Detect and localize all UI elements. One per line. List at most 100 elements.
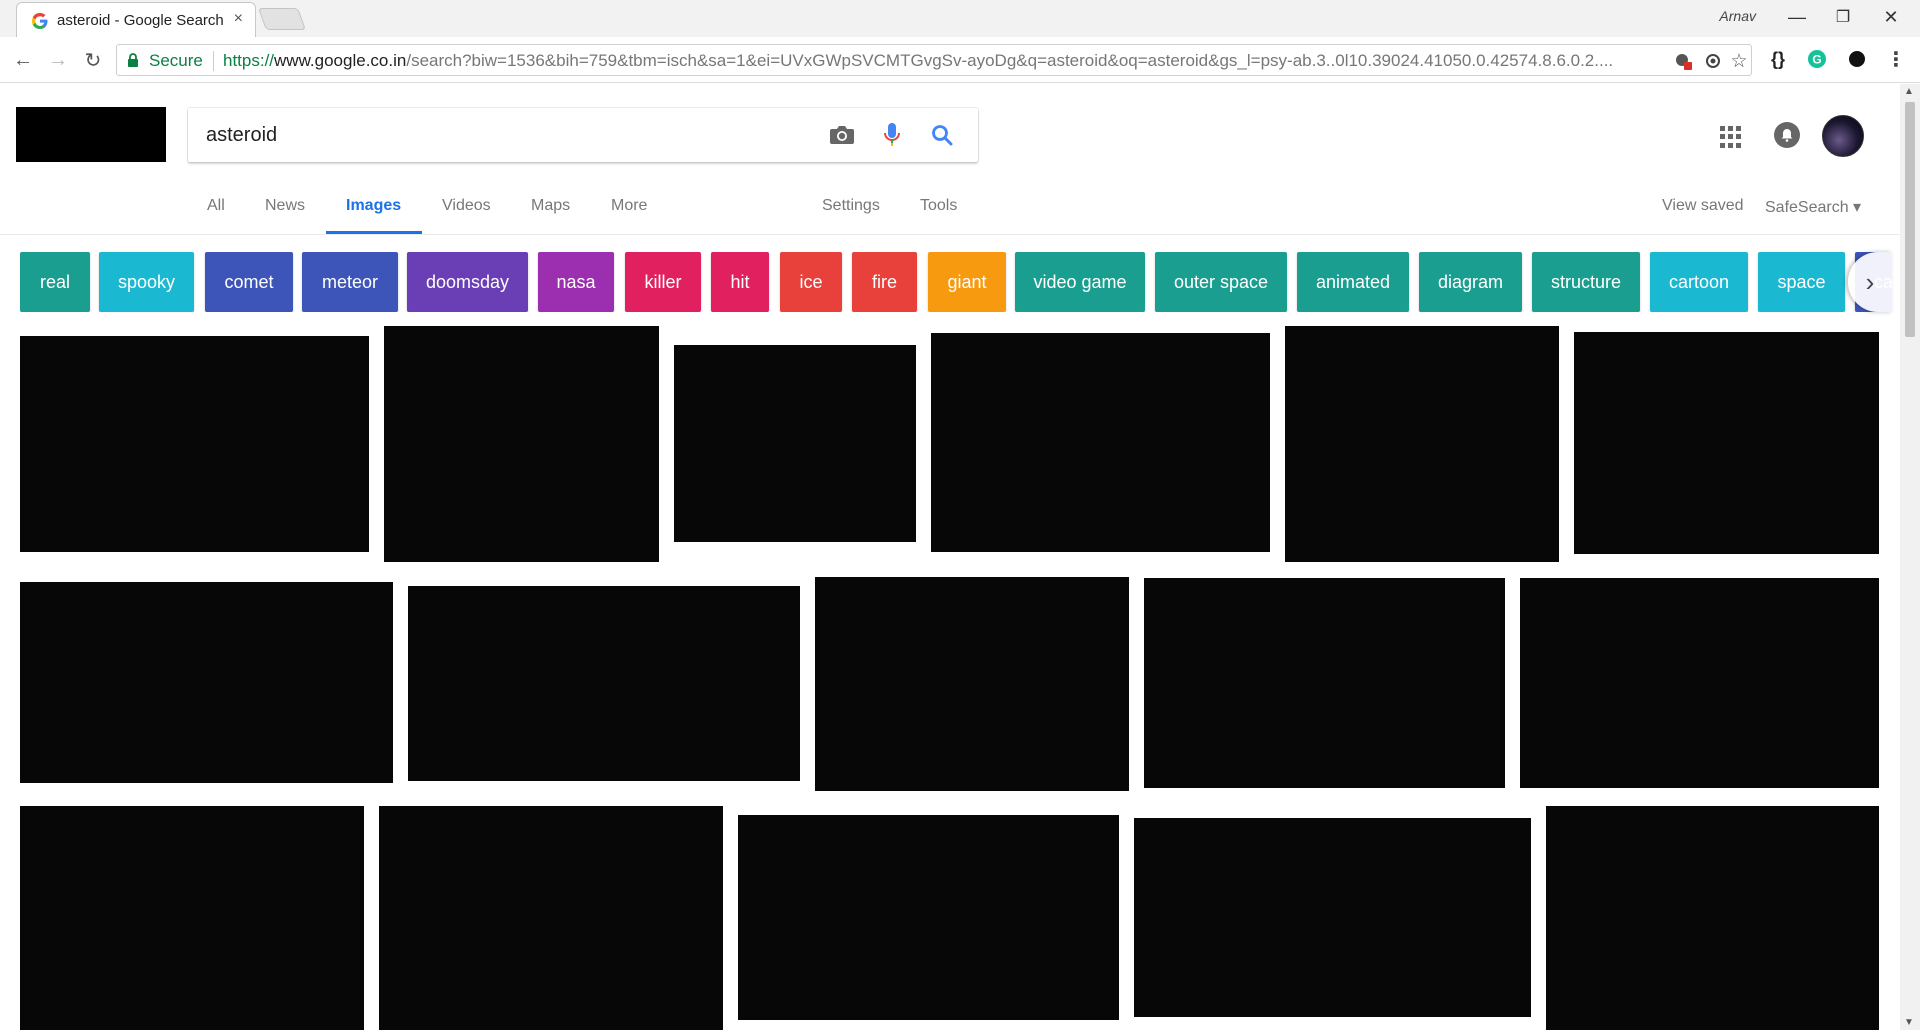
google-logo[interactable] <box>16 107 166 162</box>
json-extension-icon[interactable]: {} <box>1766 47 1790 71</box>
image-result[interactable] <box>738 815 1119 1020</box>
chip-structure[interactable]: structure <box>1532 252 1640 312</box>
image-result[interactable] <box>1520 578 1879 788</box>
dark-extension-icon[interactable] <box>1845 47 1869 71</box>
tab-close-icon[interactable]: × <box>234 10 243 28</box>
minimize-icon[interactable]: — <box>1774 0 1820 34</box>
chip-label: real <box>39 271 70 292</box>
image-result[interactable] <box>1574 332 1879 554</box>
image-result[interactable] <box>674 345 916 542</box>
chip-label: hit <box>730 271 750 292</box>
chip-animated[interactable]: animated <box>1297 252 1409 312</box>
page-scrollbar[interactable]: ▲ ▼ <box>1900 84 1920 1030</box>
chip-label: giant <box>947 271 987 292</box>
image-result[interactable] <box>20 336 369 552</box>
chrome-menu-icon[interactable]: ⋮ <box>1884 47 1908 71</box>
image-result[interactable] <box>1285 326 1559 562</box>
microphone-icon[interactable] <box>878 121 906 149</box>
search-input[interactable] <box>206 120 806 150</box>
safesearch-dropdown[interactable]: SafeSearch ▾ <box>1765 197 1861 217</box>
chip-label: structure <box>1550 271 1622 292</box>
chip-label: fire <box>871 271 897 292</box>
url-text[interactable]: https://www.google.co.in/search?biw=1536… <box>223 51 1673 71</box>
image-result[interactable] <box>1144 578 1505 788</box>
chip-label: killer <box>644 271 682 292</box>
active-tab-indicator <box>326 231 422 234</box>
omnibox-divider <box>213 51 214 71</box>
chip-real[interactable]: real <box>20 252 90 312</box>
chip-comet[interactable]: comet <box>205 252 293 312</box>
chip-label: comet <box>224 271 274 292</box>
chip-space[interactable]: space <box>1758 252 1845 312</box>
image-result[interactable] <box>20 806 364 1030</box>
tools-link[interactable]: Tools <box>920 197 957 215</box>
chip-outer-space[interactable]: outer space <box>1155 252 1287 312</box>
image-result[interactable] <box>1134 818 1531 1017</box>
google-favicon-icon <box>32 13 48 29</box>
chip-diagram[interactable]: diagram <box>1419 252 1522 312</box>
chip-label: video game <box>1033 271 1127 292</box>
image-results <box>0 320 1892 1030</box>
chip-label: space <box>1777 271 1826 292</box>
chip-hit[interactable]: hit <box>711 252 769 312</box>
tab-maps[interactable]: Maps <box>531 197 570 215</box>
camera-icon[interactable] <box>828 121 856 149</box>
image-result[interactable] <box>931 333 1270 552</box>
back-arrow-icon[interactable]: ← <box>10 47 36 73</box>
new-tab-button[interactable] <box>257 8 307 30</box>
tab-all[interactable]: All <box>207 197 225 215</box>
image-result[interactable] <box>815 577 1129 791</box>
chip-label: animated <box>1315 271 1391 292</box>
settings-link[interactable]: Settings <box>822 197 880 215</box>
blocked-cookie-icon[interactable] <box>1673 51 1693 71</box>
chip-video-game[interactable]: video game <box>1015 252 1145 312</box>
forward-arrow-icon[interactable]: → <box>45 47 71 73</box>
reload-icon[interactable]: ↻ <box>80 47 106 73</box>
view-saved-link[interactable]: View saved <box>1662 197 1744 215</box>
url-scheme: https:// <box>223 51 275 70</box>
image-result[interactable] <box>20 582 393 783</box>
profile-name[interactable]: Arnav <box>1719 8 1756 24</box>
grammarly-icon[interactable]: G <box>1805 47 1829 71</box>
secure-label: Secure <box>149 51 203 70</box>
chip-spooky[interactable]: spooky <box>99 252 194 312</box>
lock-icon <box>128 53 138 67</box>
chip-ice[interactable]: ice <box>780 252 842 312</box>
chip-label: nasa <box>556 271 596 292</box>
search-icon[interactable] <box>928 121 956 149</box>
chip-label: cartoon <box>1668 271 1730 292</box>
image-result[interactable] <box>1546 806 1879 1030</box>
chip-cartoon[interactable]: cartoon <box>1650 252 1748 312</box>
tab-images[interactable]: Images <box>346 197 401 215</box>
window-close-icon[interactable]: ✕ <box>1868 0 1914 34</box>
tab-videos[interactable]: Videos <box>442 197 491 215</box>
tab-title: asteroid - Google Search <box>57 12 224 29</box>
tab-more[interactable]: More <box>611 197 647 215</box>
browser-tab[interactable]: asteroid - Google Search × <box>16 2 256 37</box>
image-result[interactable] <box>384 326 659 562</box>
google-apps-icon[interactable] <box>1720 126 1742 148</box>
search-box[interactable] <box>188 108 978 162</box>
scrollbar-thumb[interactable] <box>1905 102 1915 337</box>
image-result[interactable] <box>379 806 723 1030</box>
scroll-up-arrow-icon[interactable]: ▲ <box>1904 86 1914 97</box>
bookmark-star-icon[interactable]: ☆ <box>1729 51 1749 72</box>
account-avatar[interactable] <box>1822 115 1864 157</box>
chip-doomsday[interactable]: doomsday <box>407 252 528 312</box>
address-bar[interactable]: Secure https://www.google.co.in/search?b… <box>116 44 1752 76</box>
tab-news[interactable]: News <box>265 197 305 215</box>
chip-label: spooky <box>117 271 176 292</box>
location-target-icon[interactable] <box>1703 51 1723 71</box>
chip-giant[interactable]: giant <box>928 252 1006 312</box>
chip-nasa[interactable]: nasa <box>538 252 614 312</box>
restore-icon[interactable]: ❐ <box>1820 0 1866 34</box>
chip-fire[interactable]: fire <box>852 252 917 312</box>
chip-label: diagram <box>1437 271 1504 292</box>
chip-killer[interactable]: killer <box>625 252 701 312</box>
notifications-bell-icon[interactable] <box>1774 122 1800 148</box>
browser-toolbar: ← → ↻ Secure https://www.google.co.in/se… <box>0 37 1920 83</box>
image-result[interactable] <box>408 586 800 781</box>
chip-label: outer space <box>1173 271 1269 292</box>
scroll-down-arrow-icon[interactable]: ▼ <box>1904 1017 1914 1028</box>
chip-meteor[interactable]: meteor <box>302 252 398 312</box>
